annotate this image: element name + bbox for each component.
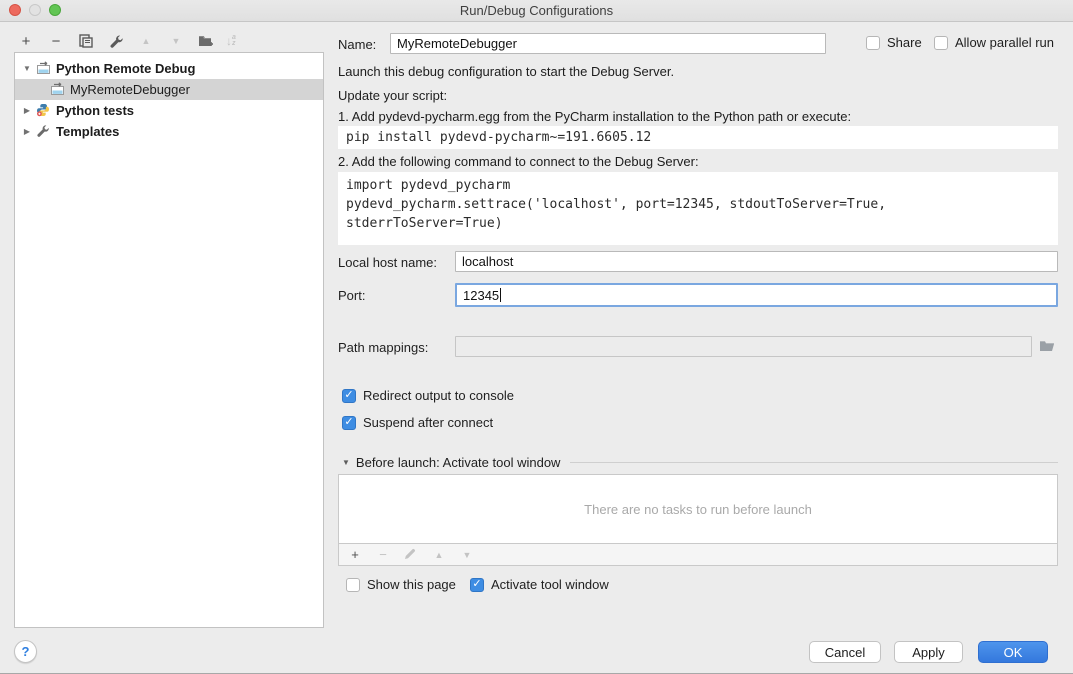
- local-host-input[interactable]: localhost: [455, 251, 1058, 272]
- remote-debug-icon: [36, 61, 51, 76]
- activate-tool-window-checkbox[interactable]: ✓ Activate tool window: [470, 577, 609, 592]
- step1-text: 1. Add pydevd-pycharm.egg from the PyCha…: [338, 109, 851, 124]
- checkbox-checked[interactable]: ✓: [342, 416, 356, 430]
- configurations-toolbar: + − ▲ ▼ ↓ az: [16, 30, 236, 52]
- before-launch-toolbar: + − ▲ ▼: [338, 544, 1058, 566]
- pip-install-command[interactable]: pip install pydevd-pycharm~=191.6605.12: [338, 126, 1058, 149]
- update-script-text: Update your script:: [338, 88, 447, 103]
- remove-task-button: −: [375, 547, 391, 562]
- suspend-after-connect-checkbox[interactable]: ✓ Suspend after connect: [342, 415, 493, 430]
- sort-configurations-icon: ↓ az: [226, 34, 236, 48]
- apply-button[interactable]: Apply: [894, 641, 963, 663]
- edit-task-pencil-icon: [403, 548, 419, 561]
- chevron-collapsed-icon[interactable]: ▶: [21, 106, 33, 115]
- tree-item-myremotedebugger[interactable]: MyRemoteDebugger: [15, 79, 323, 100]
- configurations-tree: ▼ Python Remote Debug MyRemoteDebugger ▶…: [14, 52, 324, 628]
- close-window-button[interactable]: [9, 4, 21, 16]
- minimize-window-button: [29, 4, 41, 16]
- add-task-button[interactable]: +: [347, 547, 363, 562]
- port-label: Port:: [338, 288, 365, 303]
- tree-item-python-tests[interactable]: ▶ Python tests: [15, 100, 323, 121]
- window-title: Run/Debug Configurations: [460, 3, 613, 18]
- settrace-code-block[interactable]: import pydevd_pycharm pydevd_pycharm.set…: [338, 172, 1058, 245]
- path-mappings-label: Path mappings:: [338, 340, 428, 355]
- local-host-label: Local host name:: [338, 255, 437, 270]
- remote-debug-icon: [50, 82, 65, 97]
- move-up-button: ▲: [136, 32, 156, 50]
- empty-tasks-message: There are no tasks to run before launch: [584, 502, 812, 517]
- collapse-triangle-icon[interactable]: ▼: [342, 458, 350, 467]
- text-caret: [500, 288, 501, 302]
- redirect-output-checkbox[interactable]: ✓ Redirect output to console: [342, 388, 514, 403]
- move-down-button: ▼: [166, 32, 186, 50]
- browse-folder-icon[interactable]: [1038, 338, 1056, 354]
- configuration-editor: Name: MyRemoteDebugger Share Allow paral…: [338, 22, 1058, 652]
- run-debug-configurations-dialog: Run/Debug Configurations + − ▲ ▼ ↓ az ▼ …: [0, 0, 1073, 674]
- intro-text: Launch this debug configuration to start…: [338, 64, 674, 79]
- ok-button[interactable]: OK: [978, 641, 1048, 663]
- tree-item-templates[interactable]: ▶ Templates: [15, 121, 323, 142]
- before-launch-header[interactable]: ▼ Before launch: Activate tool window: [342, 455, 1058, 470]
- separator-line: [570, 462, 1058, 463]
- path-mappings-input[interactable]: [455, 336, 1032, 357]
- window-controls: [9, 4, 61, 16]
- checkbox-checked[interactable]: ✓: [342, 389, 356, 403]
- name-input[interactable]: MyRemoteDebugger: [390, 33, 826, 54]
- before-launch-task-list[interactable]: There are no tasks to run before launch: [338, 474, 1058, 544]
- templates-wrench-icon: [36, 124, 51, 139]
- move-task-down-button: ▼: [459, 550, 475, 560]
- checkbox-unchecked[interactable]: [346, 578, 360, 592]
- show-this-page-checkbox[interactable]: Show this page: [346, 577, 456, 592]
- tree-item-python-remote-debug[interactable]: ▼ Python Remote Debug: [15, 58, 323, 79]
- share-checkbox[interactable]: Share: [866, 35, 922, 50]
- chevron-expanded-icon[interactable]: ▼: [21, 64, 33, 73]
- allow-parallel-run-checkbox[interactable]: Allow parallel run: [934, 35, 1054, 50]
- checkbox-unchecked[interactable]: [866, 36, 880, 50]
- checkbox-unchecked[interactable]: [934, 36, 948, 50]
- move-task-up-button: ▲: [431, 550, 447, 560]
- name-label: Name:: [338, 37, 376, 52]
- add-configuration-button[interactable]: +: [16, 32, 36, 50]
- cancel-button[interactable]: Cancel: [809, 641, 881, 663]
- help-button[interactable]: ?: [14, 640, 37, 663]
- new-folder-icon[interactable]: [196, 32, 216, 50]
- step2-text: 2. Add the following command to connect …: [338, 154, 699, 169]
- zoom-window-button[interactable]: [49, 4, 61, 16]
- titlebar: Run/Debug Configurations: [0, 0, 1073, 22]
- edit-templates-wrench-icon[interactable]: [106, 32, 126, 50]
- python-tests-icon: [36, 103, 51, 118]
- remove-configuration-button[interactable]: −: [46, 32, 66, 50]
- copy-configuration-icon[interactable]: [76, 32, 96, 50]
- chevron-collapsed-icon[interactable]: ▶: [21, 127, 33, 136]
- port-input[interactable]: 12345: [455, 283, 1058, 307]
- checkbox-checked[interactable]: ✓: [470, 578, 484, 592]
